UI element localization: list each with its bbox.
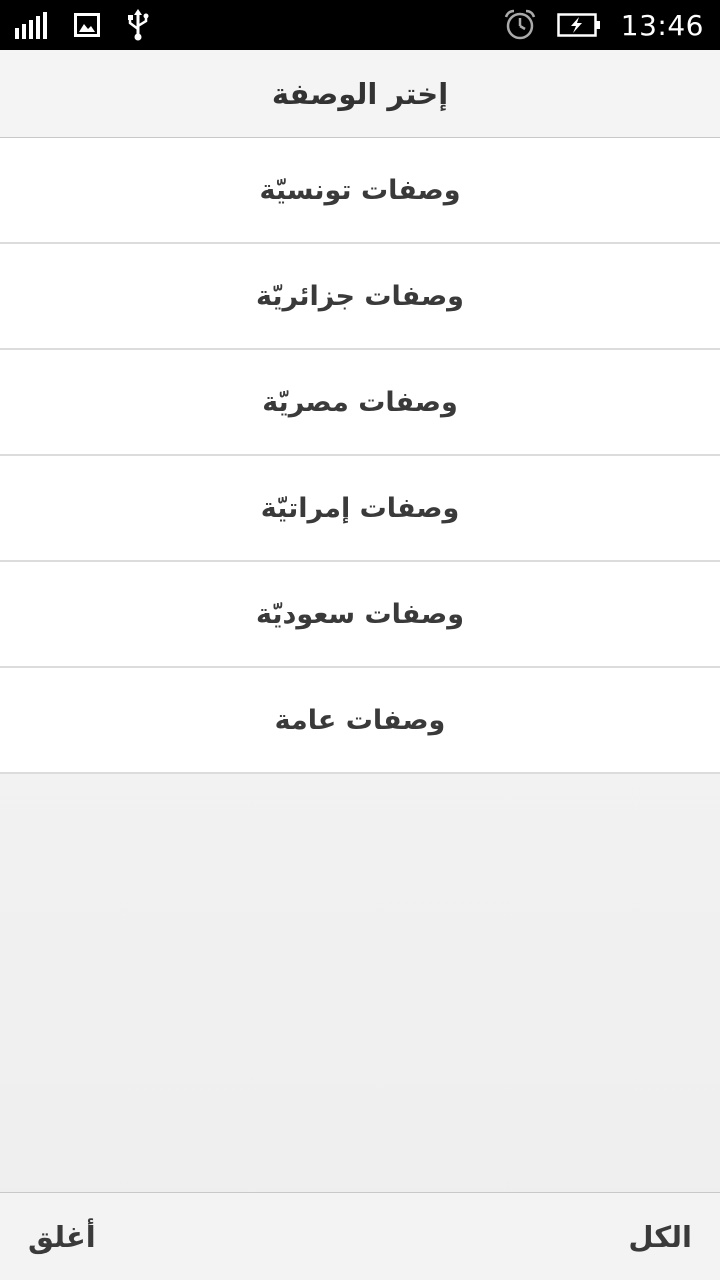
list-item-label: وصفات تونسيّة bbox=[259, 174, 461, 206]
alarm-icon bbox=[503, 8, 537, 42]
list-item-general[interactable]: وصفات عامة bbox=[0, 668, 720, 774]
battery-charging-icon bbox=[557, 13, 601, 37]
status-bar-left bbox=[14, 8, 150, 42]
recipe-category-list: وصفات تونسيّة وصفات جزائريّة وصفات مصريّ… bbox=[0, 138, 720, 774]
image-icon bbox=[74, 13, 100, 37]
screen: 13:46 إختر الوصفة وصفات تونسيّة وصفات جز… bbox=[0, 0, 720, 1280]
list-item-emirati[interactable]: وصفات إمراتيّة bbox=[0, 456, 720, 562]
status-bar: 13:46 bbox=[0, 0, 720, 50]
status-bar-right: 13:46 bbox=[503, 6, 704, 44]
list-item-tunisian[interactable]: وصفات تونسيّة bbox=[0, 138, 720, 244]
all-button[interactable]: الكل bbox=[628, 1193, 692, 1280]
list-item-egyptian[interactable]: وصفات مصريّة bbox=[0, 350, 720, 456]
list-item-label: وصفات سعوديّة bbox=[255, 598, 465, 630]
signal-icon bbox=[14, 11, 48, 39]
dialog-header: إختر الوصفة bbox=[0, 50, 720, 138]
list-item-label: وصفات مصريّة bbox=[262, 386, 458, 418]
page-title: إختر الوصفة bbox=[271, 76, 449, 111]
usb-icon bbox=[126, 9, 150, 41]
list-item-label: وصفات إمراتيّة bbox=[260, 492, 460, 524]
status-time: 13:46 bbox=[620, 8, 704, 42]
list-item-label: وصفات جزائريّة bbox=[256, 280, 464, 312]
list-item-saudi[interactable]: وصفات سعوديّة bbox=[0, 562, 720, 668]
list-item-label: وصفات عامة bbox=[274, 704, 446, 736]
list-item-algerian[interactable]: وصفات جزائريّة bbox=[0, 244, 720, 350]
dialog-footer: أغلق الكل bbox=[0, 1192, 720, 1280]
close-button[interactable]: أغلق bbox=[28, 1193, 96, 1280]
